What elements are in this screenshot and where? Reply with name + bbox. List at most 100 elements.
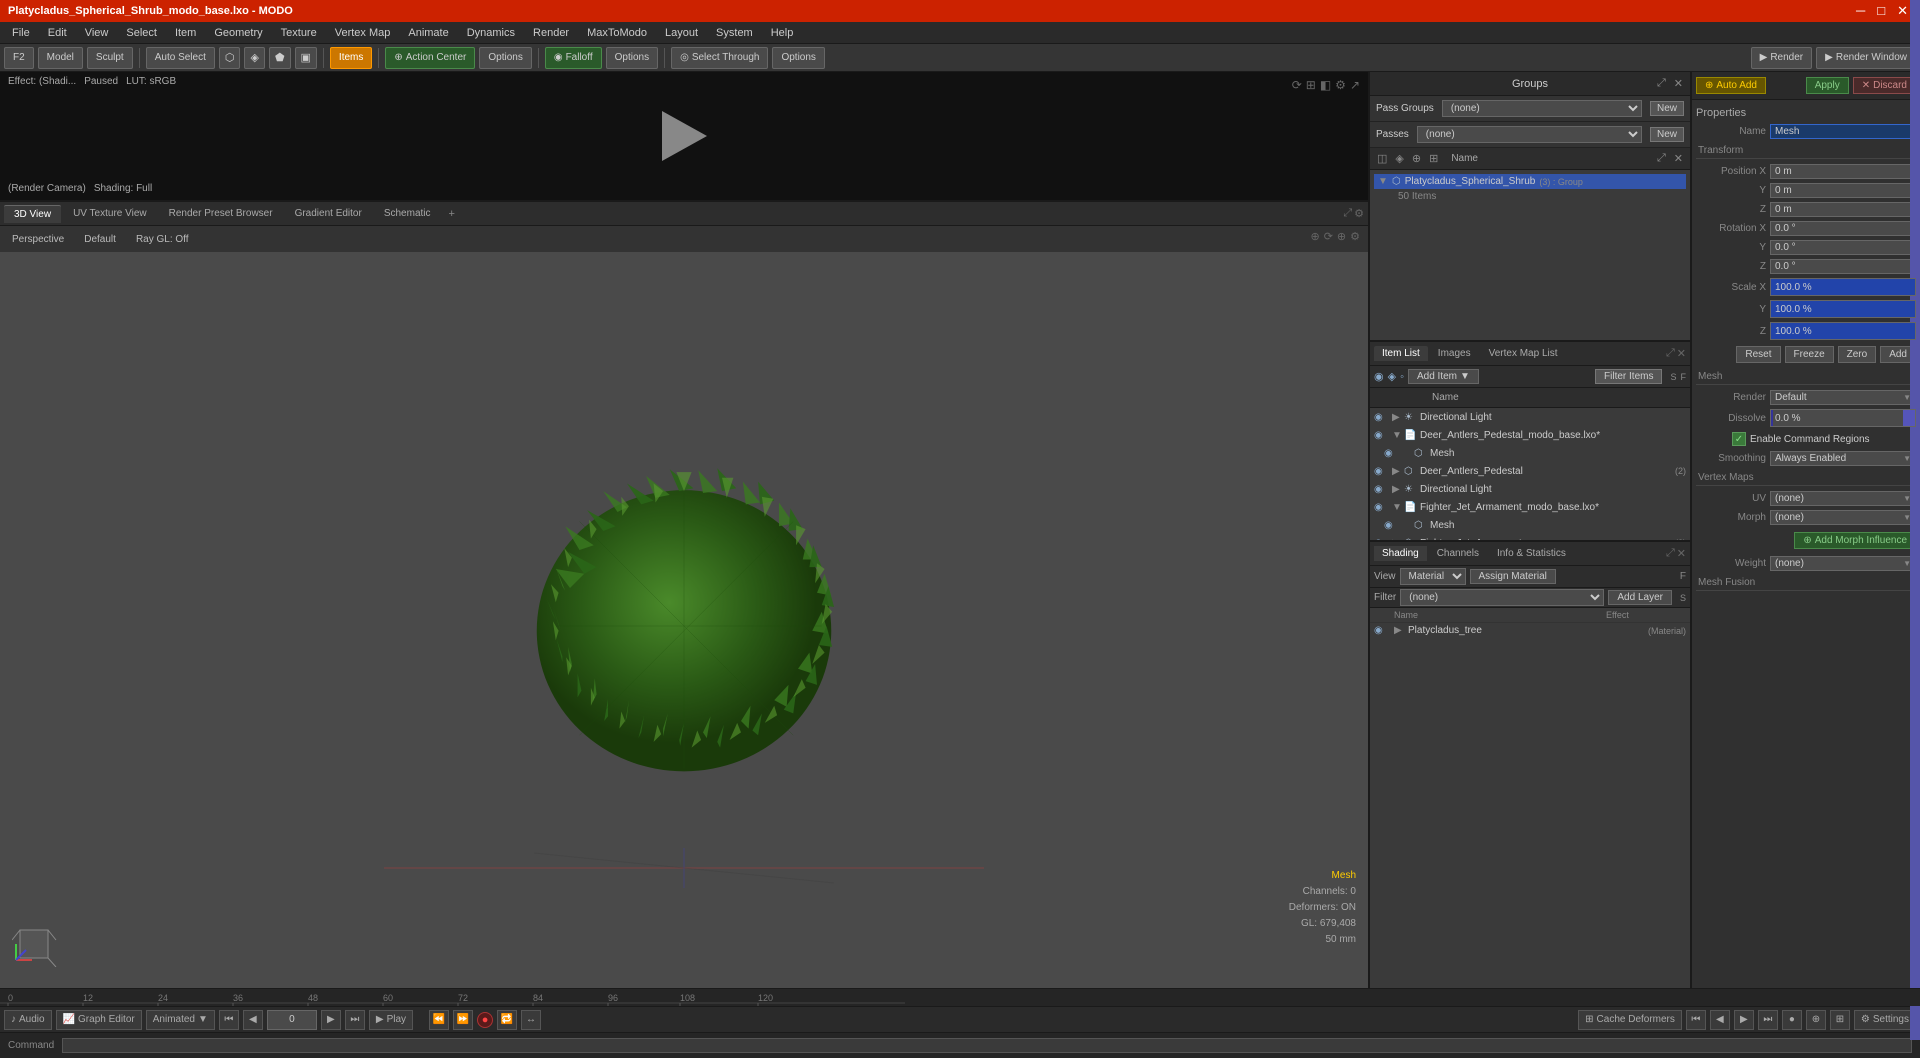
maximize-btn[interactable]: □ [1873, 3, 1889, 19]
vp-icon-1[interactable]: ⊕ [1310, 230, 1319, 243]
preview-icon-1[interactable]: ⟳ [1292, 78, 1302, 92]
item-directional-light-1[interactable]: ◉ ▶ ☀ Directional Light [1370, 408, 1690, 426]
items-expand-icon[interactable]: ⤢ [1666, 347, 1675, 360]
zero-btn[interactable]: Zero [1838, 346, 1877, 363]
uv-dropdown[interactable]: (none) [1770, 491, 1916, 506]
rot-x-value[interactable]: 0.0 ° [1770, 221, 1916, 236]
name-input[interactable] [1770, 124, 1916, 139]
model-btn[interactable]: Model [38, 47, 83, 69]
preview-icon-4[interactable]: ⚙ [1335, 78, 1346, 92]
items-btn[interactable]: Items [330, 47, 372, 69]
menu-animate[interactable]: Animate [400, 25, 456, 41]
extra-btn-1[interactable]: ⏮ [1686, 1010, 1706, 1030]
action-center-btn[interactable]: ⊕ Action Center [385, 47, 475, 69]
scale-y-slider[interactable]: 100.0 % [1770, 300, 1916, 318]
item-mesh-2[interactable]: ◉ ⬡ Mesh [1380, 516, 1690, 534]
tab-vertex-map[interactable]: Vertex Map List [1481, 346, 1566, 361]
render-btn[interactable]: ▶ Render [1751, 47, 1813, 69]
passes-select[interactable]: (none) [1417, 126, 1642, 143]
menu-item[interactable]: Item [167, 25, 204, 41]
scale-z-slider[interactable]: 100.0 % [1770, 322, 1916, 340]
audio-btn[interactable]: ♪ Audio [4, 1010, 52, 1030]
prev-frame-btn[interactable]: ⏪ [429, 1010, 449, 1030]
groups-icon-3[interactable]: ⊕ [1409, 150, 1424, 167]
groups-icon-2[interactable]: ◈ [1392, 150, 1406, 167]
groups-expand-icon[interactable]: ⤢ [1654, 76, 1669, 91]
extra-btn-3[interactable]: ▶ [1734, 1010, 1754, 1030]
add-layer-btn[interactable]: Add Layer [1608, 590, 1672, 605]
dissolve-slider[interactable]: 0.0 % [1770, 409, 1916, 427]
item-directional-light-2[interactable]: ◉ ▶ ☀ Directional Light [1370, 480, 1690, 498]
groups-icon-1[interactable]: ◫ [1374, 150, 1390, 167]
shading-row-platycladus[interactable]: ◉ ▶ Platycladus_tree (Material) [1370, 623, 1690, 638]
select-through-btn[interactable]: ◎ Select Through [671, 47, 768, 69]
mode-icon-4[interactable]: ▣ [295, 47, 317, 69]
discard-btn[interactable]: ✕ Discard [1853, 77, 1916, 94]
tab-shading[interactable]: Shading [1374, 546, 1427, 561]
menu-system[interactable]: System [708, 25, 761, 41]
weight-dropdown[interactable]: (none) [1770, 556, 1916, 571]
tab-schematic[interactable]: Schematic [374, 205, 441, 222]
menu-texture[interactable]: Texture [273, 25, 325, 41]
play-btn[interactable]: ▶ Play [369, 1010, 413, 1030]
time-input[interactable] [267, 1010, 317, 1030]
tab-3d-view[interactable]: 3D View [4, 205, 61, 223]
render-window-btn[interactable]: ▶ Render Window [1816, 47, 1916, 69]
extra-btn-6[interactable]: ⊕ [1806, 1010, 1826, 1030]
ray-gl-btn[interactable]: Ray GL: Off [132, 233, 193, 246]
menu-dynamics[interactable]: Dynamics [459, 25, 523, 41]
render-dropdown[interactable]: Default [1770, 390, 1916, 405]
minimize-btn[interactable]: ─ [1852, 3, 1869, 19]
groups-expand-all-icon[interactable]: ⤢ [1654, 150, 1669, 167]
rot-y-value[interactable]: 0.0 ° [1770, 240, 1916, 255]
mode-icon-3[interactable]: ⬟ [269, 47, 291, 69]
next-frame-btn[interactable]: ⏩ [453, 1010, 473, 1030]
menu-file[interactable]: File [4, 25, 38, 41]
command-input[interactable] [62, 1038, 1912, 1053]
transport-prev-prev[interactable]: ⏮ [219, 1010, 239, 1030]
animated-btn[interactable]: Animated ▼ [146, 1010, 215, 1030]
perspective-btn[interactable]: Perspective [8, 233, 68, 246]
group-item-platycladus[interactable]: ▼ ⬡ Platycladus_Spherical_Shrub (3) : Gr… [1374, 174, 1686, 189]
preview-icon-5[interactable]: ↗ [1350, 78, 1360, 92]
vp-icon-2[interactable]: ⟳ [1324, 230, 1333, 243]
extra-btn-2[interactable]: ◀ [1710, 1010, 1730, 1030]
morph-dropdown[interactable]: (none) [1770, 510, 1916, 525]
items-vis-icon-2[interactable]: ◈ [1388, 370, 1396, 383]
extra-btn-5[interactable]: ● [1782, 1010, 1802, 1030]
item-mesh-1[interactable]: ◉ ⬡ Mesh [1380, 444, 1690, 462]
pos-y-value[interactable]: 0 m [1770, 183, 1916, 198]
items-vis-icon-3[interactable]: ◦ [1400, 371, 1404, 383]
settings-btn[interactable]: ⚙ Settings [1854, 1010, 1916, 1030]
tab-uv-texture[interactable]: UV Texture View [63, 205, 157, 222]
pass-groups-select[interactable]: (none) [1442, 100, 1642, 117]
groups-icon-4[interactable]: ⊞ [1426, 150, 1441, 167]
menu-render[interactable]: Render [525, 25, 577, 41]
item-fighter-file[interactable]: ◉ ▼ 📄 Fighter_Jet_Armament_modo_base.lxo… [1370, 498, 1690, 516]
tab-channels[interactable]: Channels [1429, 546, 1487, 561]
viewport-settings-icon[interactable]: ⚙ [1354, 207, 1364, 220]
item-fighter-group[interactable]: ◉ ▶ ⬡ Fighter_Jet_Armament (2) [1370, 534, 1690, 540]
vp-icon-3[interactable]: ⊕ [1337, 230, 1346, 243]
filter-select[interactable]: (none) [1400, 589, 1604, 606]
tab-render-preset[interactable]: Render Preset Browser [159, 205, 283, 222]
mode-icon-2[interactable]: ◈ [244, 47, 264, 69]
menu-vertexmap[interactable]: Vertex Map [327, 25, 399, 41]
add-item-btn[interactable]: Add Item ▼ [1408, 369, 1479, 384]
extra-btn-7[interactable]: ⊞ [1830, 1010, 1850, 1030]
menu-layout[interactable]: Layout [657, 25, 706, 41]
smoothing-dropdown[interactable]: Always Enabled [1770, 451, 1916, 466]
pos-x-value[interactable]: 0 m [1770, 164, 1916, 179]
extra-btn-4[interactable]: ⏭ [1758, 1010, 1778, 1030]
mode-icon-1[interactable]: ⬡ [219, 47, 241, 69]
cache-deformers-btn[interactable]: ⊞ Cache Deformers [1578, 1010, 1682, 1030]
preview-icon-3[interactable]: ◧ [1320, 78, 1331, 92]
viewport-expand-icon[interactable]: ⤢ [1343, 207, 1352, 220]
freeze-btn[interactable]: Freeze [1785, 346, 1834, 363]
view-select[interactable]: Material [1400, 568, 1466, 585]
shading-expand-icon[interactable]: ⤢ [1666, 547, 1675, 560]
mode-label-btn[interactable]: F2 [4, 47, 34, 69]
options-btn-2[interactable]: Options [606, 47, 658, 69]
transport-next[interactable]: ▶ [321, 1010, 341, 1030]
options-btn-3[interactable]: Options [772, 47, 824, 69]
